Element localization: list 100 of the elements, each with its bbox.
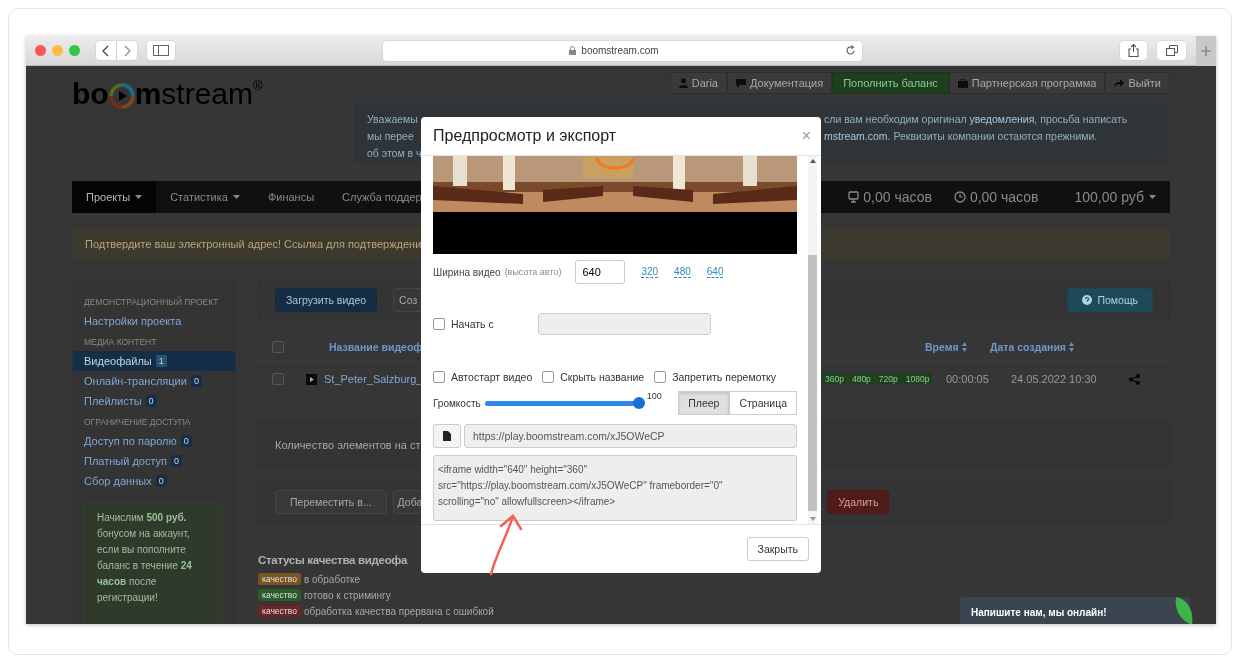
notice-text: мы перее bbox=[367, 130, 414, 142]
top-nav-button[interactable]: Выйти bbox=[1105, 72, 1170, 94]
mode-toggle[interactable]: Страница bbox=[729, 391, 797, 415]
user-icon bbox=[678, 78, 688, 88]
status-tag: качество bbox=[258, 605, 301, 617]
dialog-title: Предпросмотр и экспорт bbox=[433, 127, 617, 145]
quality-tag: 360p bbox=[822, 373, 847, 385]
nav-item[interactable]: Статистика bbox=[156, 181, 254, 213]
speech-bubble-icon bbox=[736, 78, 746, 88]
sidebar-item[interactable]: Онлайн-трансляции 0 bbox=[73, 371, 235, 391]
embed-code-field[interactable]: <iframe width="640" height="360" src="https://play.boomstream.com/xJ5OWeCP" frameborder="0" scrolling="no" allowfullscreen></iframe> bbox=[433, 455, 797, 521]
plus-icon bbox=[1201, 45, 1212, 56]
quality-tag: 480p bbox=[848, 373, 874, 385]
arrow-icon bbox=[1114, 78, 1125, 88]
sidebar-item[interactable]: Настройки проекта bbox=[73, 311, 235, 331]
sort-icon bbox=[1069, 342, 1074, 352]
status-text: готово к стримингу bbox=[303, 589, 391, 601]
column-header[interactable]: Время bbox=[925, 341, 990, 353]
section-heading: ОГРАНИЧЕНИЕ ДОСТУПА bbox=[83, 417, 191, 427]
top-nav-button[interactable]: Партнерская программа bbox=[948, 72, 1106, 94]
video-file-icon bbox=[306, 373, 317, 385]
move-select[interactable]: Переместить в... bbox=[275, 490, 387, 514]
loading-arc-icon bbox=[595, 156, 635, 170]
width-label: Ширина видео bbox=[433, 266, 501, 278]
nav-item[interactable]: Служба поддер bbox=[328, 181, 436, 213]
clock-icon bbox=[953, 191, 966, 203]
sidebar-item[interactable]: Плейлисты 0 bbox=[73, 391, 235, 411]
chevron-right-icon bbox=[122, 44, 131, 57]
help-button[interactable]: Помощь bbox=[1067, 288, 1153, 312]
row-checkbox[interactable] bbox=[272, 373, 284, 385]
chat-widget[interactable]: Напишите нам, мы онлайн! bbox=[960, 597, 1190, 624]
address-bar[interactable]: boomstream.com bbox=[382, 40, 863, 61]
statuses-heading: Статусы качества видеофа bbox=[258, 554, 409, 566]
scrollbar-thumb[interactable] bbox=[808, 255, 817, 511]
close-dialog-button[interactable]: Закрыть bbox=[746, 537, 809, 561]
sort-icon bbox=[961, 342, 967, 352]
back-button[interactable] bbox=[95, 41, 116, 60]
width-preset-link[interactable]: 480 bbox=[674, 266, 691, 278]
table-cell-text: 24.05.2022 10:30 bbox=[1011, 373, 1098, 385]
option-checkbox[interactable] bbox=[542, 371, 555, 383]
top-nav-button[interactable]: Daria bbox=[669, 72, 727, 94]
checkbox-label: Начать с bbox=[451, 318, 494, 330]
width-hint: (высота авто) bbox=[504, 267, 562, 277]
delete-button[interactable]: Удалить bbox=[827, 490, 890, 514]
help-icon bbox=[1082, 295, 1093, 305]
option-checkbox[interactable] bbox=[654, 371, 667, 383]
top-nav-button[interactable]: Документация bbox=[727, 72, 833, 94]
sidebar-button[interactable] bbox=[146, 41, 175, 60]
create-button[interactable]: Соз bbox=[393, 288, 424, 312]
option-checkbox[interactable] bbox=[433, 371, 445, 383]
lock-icon bbox=[569, 46, 577, 55]
status-tag: качество bbox=[258, 589, 301, 601]
notice-text: сли вам необходим оригинал уведомления, просьба написать bbox=[824, 113, 1128, 125]
sidebar-item[interactable]: Видеофайлы 1 bbox=[73, 351, 235, 371]
scrollbar[interactable] bbox=[808, 156, 817, 524]
caret-icon bbox=[135, 195, 143, 199]
scroll-up-icon[interactable] bbox=[809, 159, 816, 163]
scroll-down-icon[interactable] bbox=[809, 517, 816, 521]
close-window-icon[interactable] bbox=[35, 45, 46, 56]
video-player[interactable] bbox=[433, 156, 797, 254]
sidebar-icon bbox=[152, 45, 169, 56]
share-icon bbox=[1128, 44, 1140, 57]
width-preset-link[interactable]: 320 bbox=[641, 266, 659, 278]
sidebar-item[interactable]: Доступ по паролю 0 bbox=[73, 431, 235, 451]
width-field[interactable]: 640 bbox=[575, 260, 626, 284]
slider-thumb[interactable] bbox=[632, 397, 645, 409]
sidebar-item[interactable]: Сбор данных 0 bbox=[73, 471, 235, 491]
tabs-button[interactable] bbox=[1157, 41, 1187, 60]
share-icon[interactable] bbox=[1129, 373, 1140, 385]
checkbox-label: Автостарт видео bbox=[451, 371, 533, 383]
new-tab-button[interactable] bbox=[1196, 36, 1216, 66]
zoom-window-icon[interactable] bbox=[68, 45, 80, 56]
quality-tag: 720p bbox=[875, 373, 901, 385]
mode-toggle[interactable]: Плеер bbox=[678, 391, 730, 415]
section-heading: ДЕМОНСТРАЦИОННЫЙ ПРОЕКТ bbox=[83, 297, 219, 307]
balance-dropdown[interactable]: 100,00 руб bbox=[1060, 181, 1170, 213]
notice-text: Уважаемы bbox=[367, 113, 418, 125]
upload-button[interactable]: Загрузить видео bbox=[275, 288, 378, 312]
hours-text: 0,00 часов bbox=[863, 189, 932, 205]
registered-mark: ® bbox=[253, 79, 263, 92]
select-all-checkbox[interactable] bbox=[272, 341, 284, 353]
top-nav-button[interactable]: Пополнить баланс bbox=[832, 72, 949, 94]
leaf-icon bbox=[1174, 597, 1194, 624]
notice-text: об этом в ч bbox=[367, 147, 422, 159]
width-preset-link[interactable]: 640 bbox=[706, 266, 724, 278]
tabs-icon bbox=[1165, 45, 1178, 56]
share-button[interactable] bbox=[1120, 41, 1148, 60]
bonus-note: Начислим 500 руб. бонусом на аккаунт, если вы пополните баланс в течение 24 часов после регистрации! bbox=[84, 503, 222, 624]
nav-item[interactable]: Проекты bbox=[72, 181, 157, 213]
sidebar-item[interactable]: Платный доступ 0 bbox=[73, 451, 235, 471]
page-size-label: Количество элементов на ст bbox=[275, 438, 421, 451]
file-icon bbox=[443, 431, 451, 441]
copy-button[interactable] bbox=[433, 424, 461, 448]
checkbox-label: Запретить перемотку bbox=[672, 371, 777, 383]
volume-slider[interactable] bbox=[484, 397, 645, 409]
nav-item[interactable]: Финансы bbox=[253, 181, 329, 213]
status-text: в обработке bbox=[303, 573, 361, 585]
url-field[interactable]: https://play.boomstream.com/xJ5OWeCP bbox=[464, 424, 797, 448]
reload-icon[interactable] bbox=[845, 45, 857, 56]
column-header[interactable]: Дата создания bbox=[990, 341, 1074, 353]
